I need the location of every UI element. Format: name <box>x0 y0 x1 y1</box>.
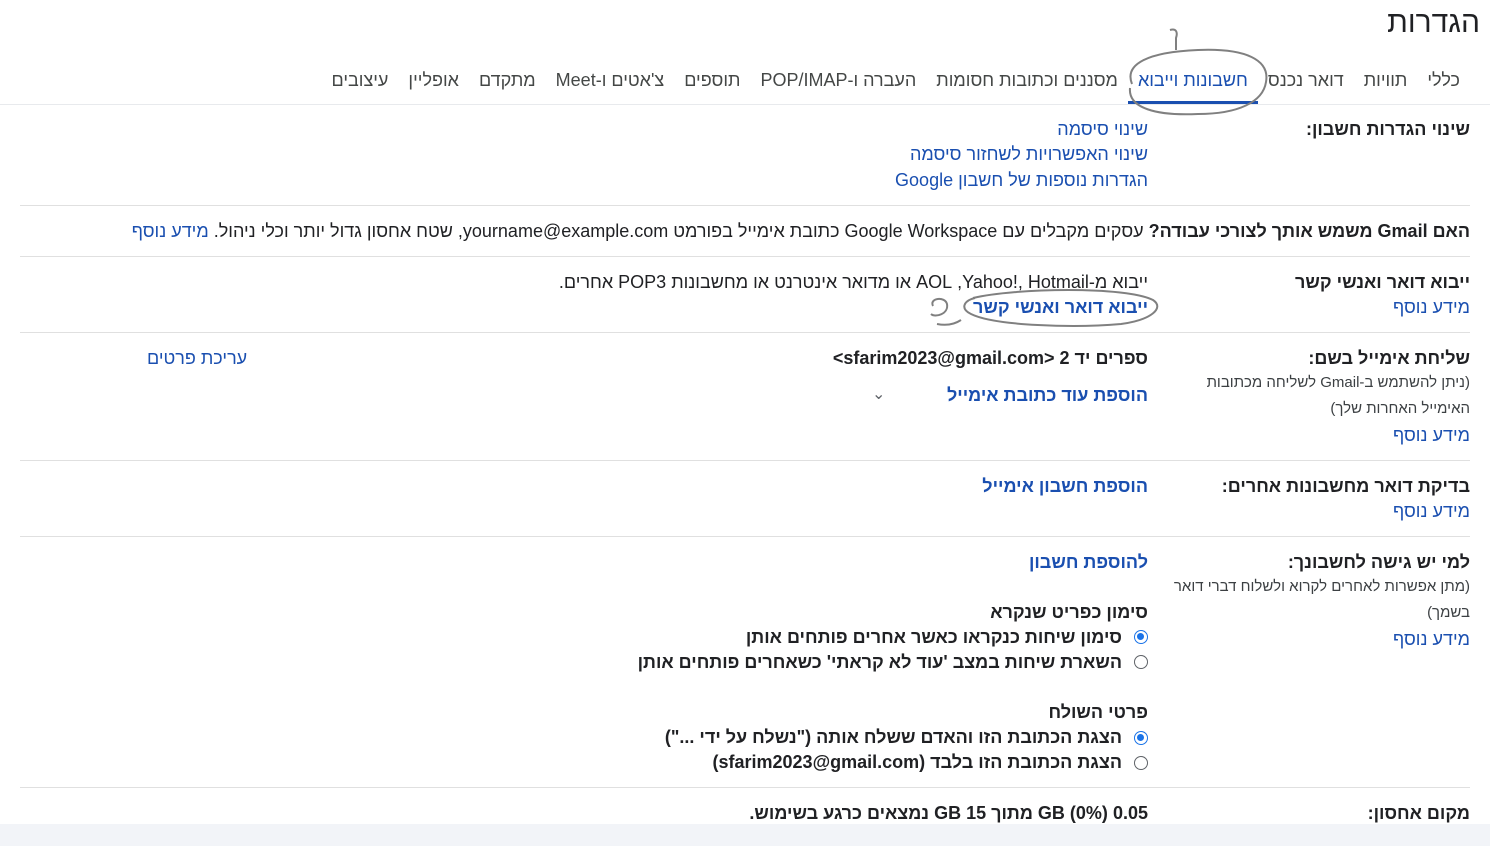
workspace-learn-more-link[interactable]: מידע נוסף <box>132 221 209 241</box>
divider <box>20 787 1470 788</box>
tab-offline[interactable]: אופליין <box>398 68 469 104</box>
storage-label: מקום אחסון: <box>1367 803 1470 823</box>
divider <box>20 536 1470 537</box>
tab-inbox[interactable]: דואר נכנס <box>1258 68 1354 104</box>
grant-access-label: למי יש גישה לחשבונך: <box>1287 552 1470 572</box>
tabs-divider <box>0 104 1490 105</box>
sender-option-2[interactable]: הצגת הכתובת הזו בלבד (sfarim2023@gmail.c… <box>713 752 1123 773</box>
import-description: ייבוא מ-Yahoo!‎, Hotmail‏, AOL או מדואר … <box>558 272 1148 292</box>
divider <box>20 332 1470 333</box>
grant-access-learn-more-link[interactable]: מידע נוסף <box>1393 629 1470 650</box>
check-mail-learn-more-link[interactable]: מידע נוסף <box>1393 501 1470 522</box>
annotation-digit-1: 1 <box>1118 26 1127 30</box>
tab-accounts-import[interactable]: חשבונות וייבוא <box>1127 68 1258 104</box>
send-as-label: שליחת אימייל בשם: <box>1308 348 1470 368</box>
send-as-note: (ניתן להשתמש ב-Gmail לשליחה מכתובות האימ… <box>1206 374 1470 417</box>
account-settings-label: שינוי הגדרות חשבון: <box>1305 119 1470 139</box>
page-title: הגדרות <box>1387 6 1480 39</box>
mark-read-option-2[interactable]: השארת שיחות במצב 'עוד לא קראתי' כשאחרים … <box>638 652 1122 673</box>
check-mail-label: בדיקת דואר מחשבונות אחרים: <box>1221 476 1470 496</box>
sender-option-1[interactable]: הצגת הכתובת הזו והאדם ששלח אותה ("נשלח ע… <box>665 727 1122 748</box>
import-label: ייבוא דואר ואנשי קשר <box>1295 272 1470 292</box>
tab-addons[interactable]: תוספים <box>674 68 750 104</box>
mark-read-heading: סימון כפריט שנקרא <box>990 602 1148 622</box>
mark-read-radio-2[interactable] <box>1134 655 1148 669</box>
sender-radio-2[interactable] <box>1134 756 1148 770</box>
change-recovery-link[interactable]: שינוי האפשרויות לשחזור סיסמה <box>910 144 1148 165</box>
divider <box>20 205 1470 206</box>
grant-access-note: (מתן אפשרות לאחרים לקרוא ולשלוח דברי דוא… <box>1173 578 1470 621</box>
add-account-link[interactable]: להוספת חשבון <box>1029 552 1148 573</box>
divider <box>20 256 1470 257</box>
tab-forwarding-pop-imap[interactable]: העברה ו-POP/IMAP <box>750 68 926 104</box>
settings-tabs: כללי תוויות דואר נכנס חשבונות וייבוא מסנ… <box>0 68 1470 104</box>
mark-read-option-1[interactable]: סימון שיחות כנקראו כאשר אחרים פותחים אות… <box>746 627 1122 648</box>
sender-info-heading: פרטי השולח <box>1048 702 1148 722</box>
add-another-email-link[interactable]: הוספת עוד כתובת אימייל <box>947 385 1148 406</box>
tab-chat-meet[interactable]: צ'אטים ו-Meet <box>546 68 675 104</box>
tab-themes[interactable]: עיצובים <box>321 68 398 104</box>
import-learn-more-link[interactable]: מידע נוסף <box>1393 297 1470 318</box>
tab-filters[interactable]: מסננים וכתובות חסומות <box>926 68 1128 104</box>
change-password-link[interactable]: שינוי סיסמה <box>1057 119 1148 140</box>
workspace-text: עסקים מקבלים עם Google Workspace כתובת א… <box>213 221 1149 241</box>
tab-labels[interactable]: תוויות <box>1354 68 1418 104</box>
tab-general[interactable]: כללי <box>1417 68 1470 104</box>
sender-radio-1[interactable] <box>1134 731 1148 745</box>
mark-read-radio-1[interactable] <box>1134 630 1148 644</box>
google-account-settings-link[interactable]: הגדרות נוספות של חשבון Google <box>895 170 1148 191</box>
send-as-address: ספרים יד 2 <sfarim2023@gmail.com> <box>832 348 1148 368</box>
add-mail-account-link[interactable]: הוספת חשבון אימייל <box>982 476 1148 497</box>
storage-usage: 0.05 GB (0%) מתוך 15 GB נמצאים כרגע בשימ… <box>749 803 1148 823</box>
send-as-learn-more-link[interactable]: מידע נוסף <box>1393 425 1470 446</box>
chevron-down-icon: ⌄ <box>872 386 886 403</box>
import-mail-contacts-link[interactable]: ייבוא דואר ואנשי קשר <box>973 297 1148 318</box>
edit-info-link[interactable]: עריכת פרטים <box>147 348 247 369</box>
bottom-bar <box>0 824 1490 846</box>
tab-advanced[interactable]: מתקדם <box>469 68 546 104</box>
divider <box>20 460 1470 461</box>
workspace-row: האם Gmail משמש אותך לצורכי עבודה? עסקים … <box>132 221 1470 242</box>
workspace-question: האם Gmail משמש אותך לצורכי עבודה? <box>1148 221 1470 241</box>
